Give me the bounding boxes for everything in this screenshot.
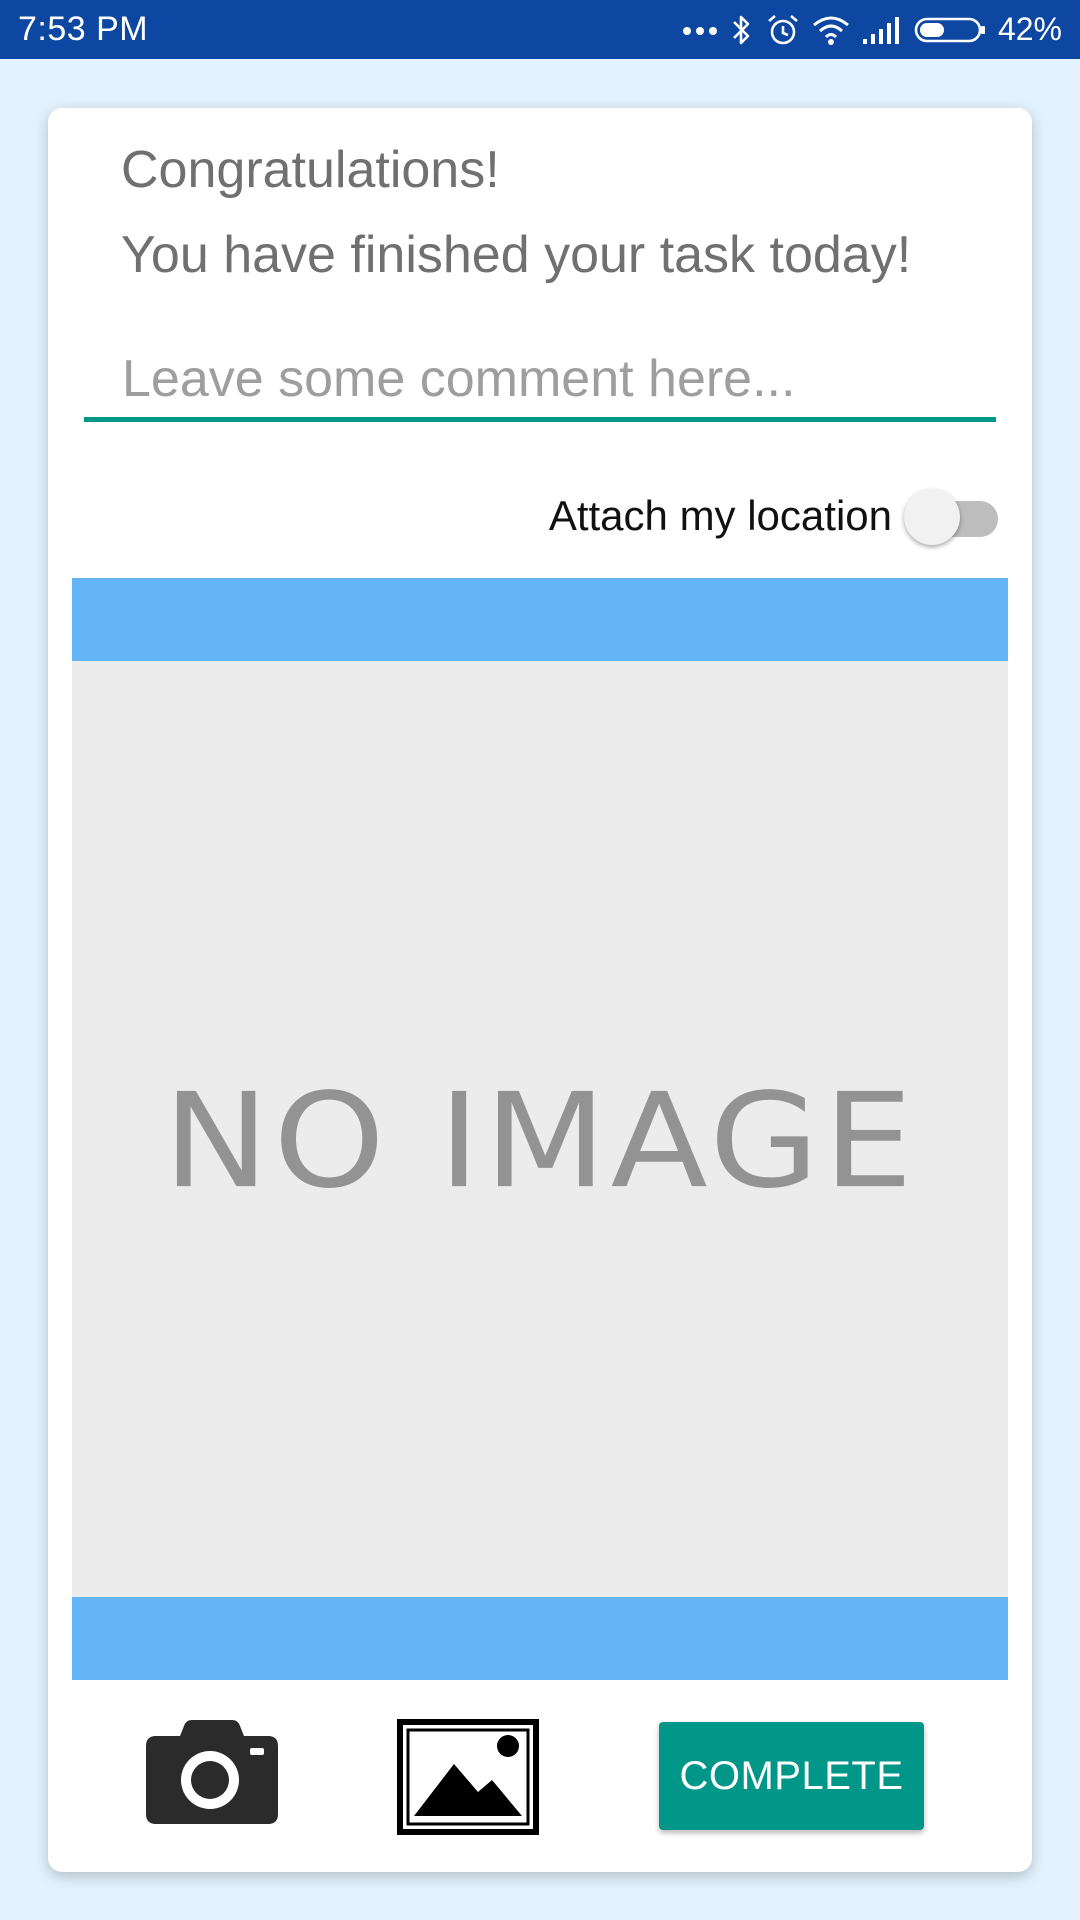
image-panel-top-bar <box>72 578 1008 661</box>
image-icon <box>397 1719 539 1835</box>
signal-icon <box>862 15 902 45</box>
no-image-text: NO IMAGE <box>163 1065 917 1217</box>
attach-location-toggle[interactable] <box>904 486 1000 546</box>
battery-percent: 42% <box>997 11 1062 47</box>
status-time: 7:53 PM <box>18 10 149 48</box>
finished-message: You have finished your task today! <box>121 226 912 284</box>
bluetooth-icon <box>730 13 754 47</box>
camera-icon <box>146 1720 278 1824</box>
gallery-button[interactable] <box>396 1718 540 1836</box>
status-bar: 7:53 PM 42% <box>0 0 1080 59</box>
attach-location-row: Attach my location <box>549 486 1000 546</box>
complete-button[interactable]: COMPLETE <box>659 1722 924 1830</box>
attach-location-label: Attach my location <box>548 492 892 539</box>
status-icons: 42% <box>682 11 1062 48</box>
wifi-icon <box>812 14 850 46</box>
camera-button[interactable] <box>144 1718 280 1828</box>
no-image-placeholder: NO IMAGE <box>72 661 1008 1597</box>
toggle-thumb <box>904 489 960 545</box>
more-dots-icon <box>682 24 718 36</box>
comment-input[interactable] <box>84 340 996 422</box>
image-preview-panel: NO IMAGE <box>72 578 1008 1680</box>
image-panel-bottom-bar <box>72 1597 1008 1680</box>
task-complete-card: Congratulations! You have finished your … <box>48 108 1032 1872</box>
alarm-icon <box>766 13 800 47</box>
congrats-heading: Congratulations! <box>121 141 500 199</box>
battery-icon <box>914 15 986 45</box>
